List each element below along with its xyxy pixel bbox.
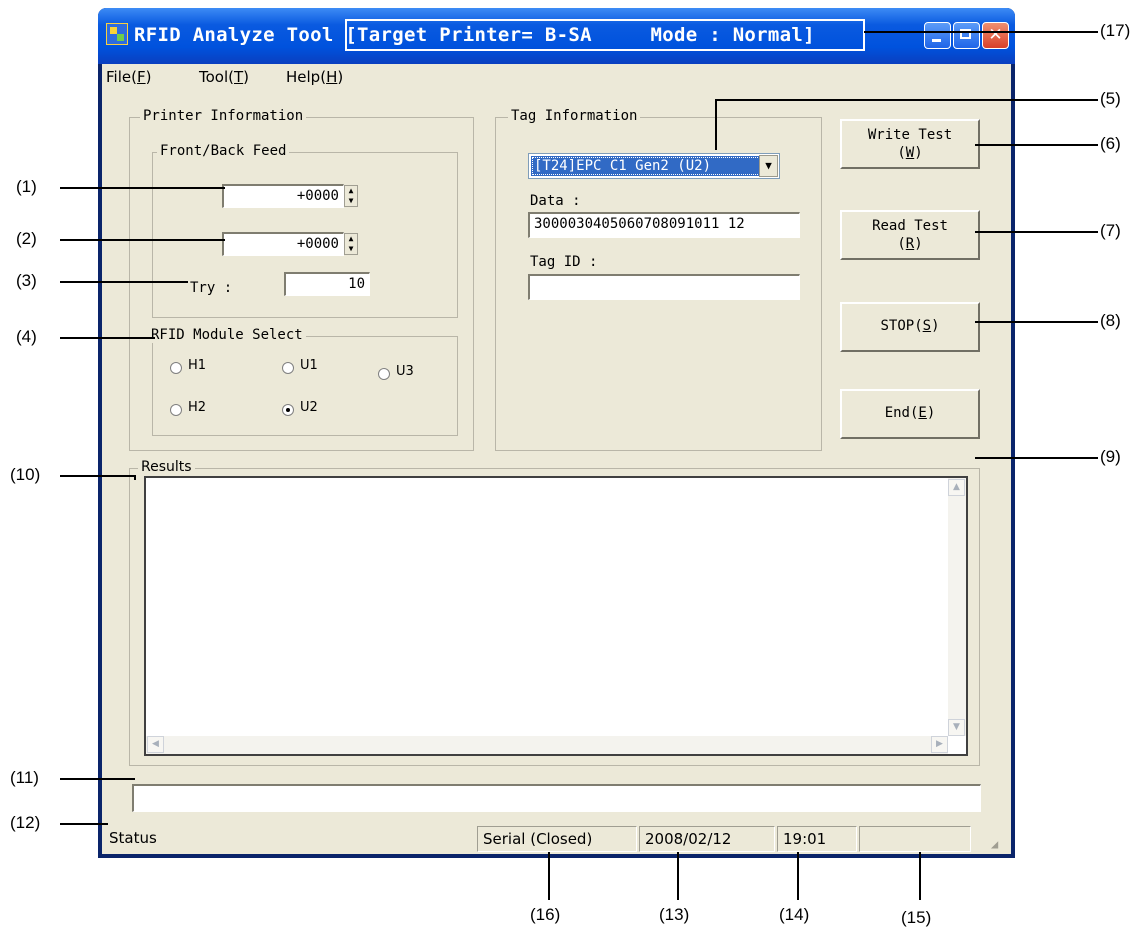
callout-4: (4) bbox=[16, 327, 37, 346]
callout-5: (5) bbox=[1100, 89, 1121, 108]
callout-17: (17) bbox=[1100, 21, 1131, 40]
callout-9: (9) bbox=[1100, 447, 1121, 466]
callout-12: (12) bbox=[10, 813, 41, 832]
callout-1: (1) bbox=[16, 177, 37, 196]
callout-3: (3) bbox=[16, 271, 37, 290]
callout-16: (16) bbox=[530, 905, 561, 924]
callout-2: (2) bbox=[16, 229, 37, 248]
callout-10: (10) bbox=[10, 465, 41, 484]
callout-11: (11) bbox=[10, 768, 39, 787]
callout-lines bbox=[60, 31, 1098, 900]
callout-14: (14) bbox=[779, 905, 810, 924]
callout-13: (13) bbox=[659, 905, 690, 924]
callout-15: (15) bbox=[901, 908, 932, 927]
callout-8: (8) bbox=[1100, 311, 1121, 330]
callout-7: (7) bbox=[1100, 221, 1121, 240]
callout-6: (6) bbox=[1100, 134, 1121, 153]
